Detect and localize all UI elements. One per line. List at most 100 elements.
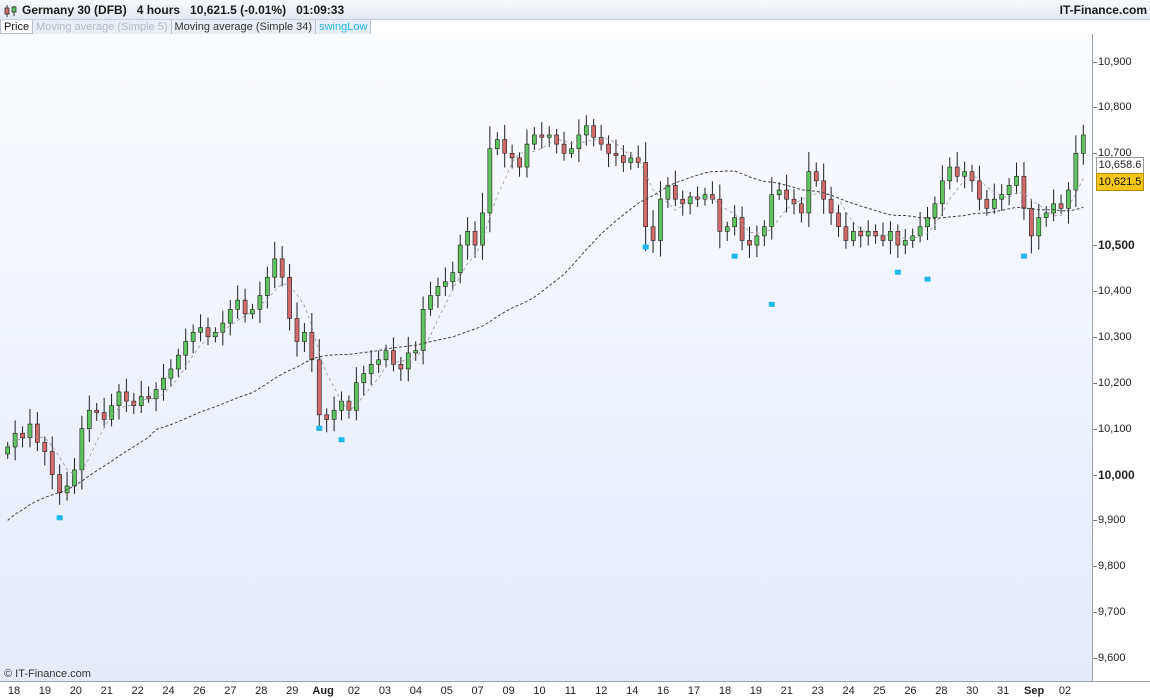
x-tick-label: 10	[533, 685, 546, 697]
y-tick-label: 10,200	[1098, 376, 1132, 389]
candle-body	[902, 240, 908, 246]
x-tick-label: 27	[224, 685, 237, 697]
candle-body	[316, 359, 322, 416]
copyright-label: © IT-Finance.com	[4, 668, 91, 680]
swinglow-marker	[1020, 253, 1027, 259]
candlestick-chart[interactable]	[0, 34, 1093, 681]
x-tick-label: 26	[193, 685, 206, 697]
candle-body	[502, 139, 508, 154]
candle-body	[583, 125, 589, 136]
candle-body	[954, 166, 960, 177]
candle-body	[346, 400, 352, 411]
candle-body	[79, 428, 85, 471]
x-tick-label: 26	[904, 685, 917, 697]
candle-body	[821, 180, 827, 200]
candle-body	[576, 134, 582, 150]
candle-body	[487, 148, 493, 214]
candle-body	[35, 423, 40, 443]
brand-label[interactable]: IT-Finance.com	[1060, 3, 1147, 17]
candle-body	[405, 352, 411, 370]
candle-body	[1043, 212, 1049, 218]
candle-body	[917, 226, 923, 237]
x-tick-label: 16	[657, 685, 670, 697]
x-tick-label: 18	[718, 685, 732, 697]
x-tick-label: 25	[873, 685, 886, 697]
candle-body	[665, 185, 671, 200]
legend-ma34[interactable]: Moving average (Simple 34)	[171, 20, 317, 34]
candle-body	[769, 194, 775, 228]
candle-body	[828, 198, 834, 214]
candle-body	[984, 198, 990, 209]
candle-body	[398, 364, 404, 370]
x-tick-label: 18	[7, 685, 21, 697]
x-tick-label: 14	[626, 685, 639, 697]
candle-body	[761, 226, 767, 237]
y-tick-label: 10,000	[1098, 467, 1135, 482]
x-tick-label: 11	[564, 685, 577, 697]
candle-body	[717, 198, 723, 232]
price-axis[interactable]: 10,900 10,800 10,700 10,500 10,400 10,300 10,2…	[1093, 34, 1150, 681]
candle-body	[49, 451, 55, 475]
y-tick-label: 10,100	[1098, 422, 1132, 435]
y-tick-mark	[1093, 290, 1097, 292]
candle-body	[131, 400, 137, 406]
price-chart-area[interactable]: © IT-Finance.com	[0, 34, 1093, 681]
x-tick-label: 05	[440, 685, 453, 697]
x-tick-label: 17	[687, 685, 701, 697]
candles-group	[5, 115, 1086, 505]
x-tick-label: 19	[749, 685, 762, 697]
candle-body	[175, 354, 181, 370]
candle-body	[435, 286, 441, 296]
legend-swinglow[interactable]: swingLow	[316, 20, 372, 34]
legend-price[interactable]: Price	[0, 20, 34, 34]
candle-body	[539, 134, 545, 138]
candle-body	[643, 162, 648, 228]
x-tick-label: 21	[100, 685, 113, 697]
candle-body	[1051, 203, 1056, 214]
x-tick-label: Sep	[1023, 685, 1045, 697]
time-axis[interactable]: 18 19 20 21 22 24 26 27 28 29 Aug 02 03 04 05 07 09 10 11 1…	[0, 681, 1150, 700]
candle-body	[880, 235, 886, 241]
candle-body	[754, 235, 760, 246]
x-tick-label: 07	[471, 685, 484, 697]
candle-body	[1080, 134, 1086, 154]
candle-body	[220, 322, 226, 333]
candle-body	[509, 153, 515, 159]
candle-body	[613, 153, 619, 156]
y-tick-label: 9,900	[1098, 514, 1126, 527]
y-tick-mark	[1093, 61, 1097, 63]
swinglow-marker	[924, 276, 931, 282]
candle-body	[57, 474, 62, 494]
candle-body	[101, 412, 107, 420]
candle-body	[428, 295, 433, 310]
candle-body	[383, 350, 389, 361]
y-tick-mark	[1093, 382, 1097, 384]
x-tick-label: 03	[378, 685, 392, 697]
instrument-title: Germany 30 (DFB) 4 hours 10,621.5 (-0.01…	[22, 3, 345, 17]
candle-body	[561, 143, 567, 154]
candle-body	[368, 364, 374, 374]
swinglow-marker	[642, 244, 649, 250]
candle-body	[420, 309, 426, 351]
candle-body	[12, 432, 18, 448]
candle-body	[591, 125, 597, 138]
candle-body	[1066, 189, 1071, 209]
y-tick-mark	[1093, 612, 1097, 614]
candle-body	[806, 171, 812, 214]
candle-body	[524, 143, 530, 168]
ma5-line	[7, 137, 1084, 476]
candle-body	[391, 350, 396, 365]
legend-ma5[interactable]: Moving average (Simple 5)	[33, 20, 172, 34]
y-tick-label: 9,600	[1098, 652, 1126, 665]
candle-body	[5, 446, 11, 455]
candle-body	[472, 231, 478, 246]
candle-body	[799, 203, 804, 214]
candle-body	[650, 226, 656, 241]
x-tick-label: 28	[935, 685, 948, 697]
candle-body	[1021, 175, 1027, 209]
candle-body	[146, 396, 151, 400]
candle-body	[517, 157, 522, 168]
candle-body	[813, 171, 819, 182]
candle-body	[42, 442, 48, 452]
candle-body	[680, 198, 686, 205]
